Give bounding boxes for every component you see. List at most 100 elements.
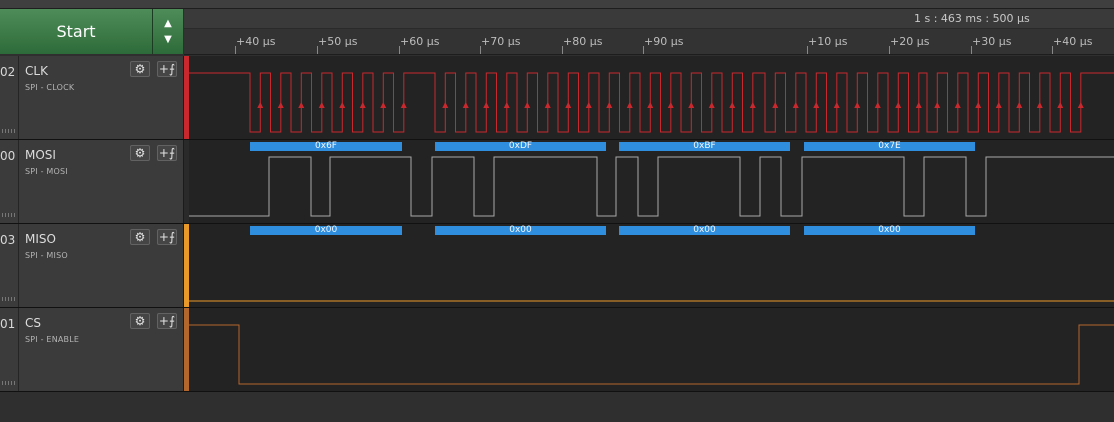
start-options-menu[interactable]: ▲ ▼ [153,9,183,54]
cs-signal [189,324,1114,385]
clk-rising-edge-marker [380,102,387,108]
channel-role: SPI - ENABLE [25,335,80,344]
channel-header[interactable]: 02 CLK SPI - CLOCK ⚙ +⨍ [0,56,184,139]
tick-label: +60 µs [400,35,440,48]
tick-label: +30 µs [972,35,1012,48]
clk-rising-edge-marker [339,102,346,108]
chevron-up-icon[interactable]: ▲ [164,18,172,29]
clk-rising-edge-marker [729,102,736,108]
drag-handle-icon[interactable] [2,297,16,301]
clk-rising-edge-marker [647,102,654,108]
channel-number: 00 [0,149,16,163]
tick-label: +10 µs [808,35,848,48]
tick-label: +80 µs [563,35,603,48]
clk-rising-edge-marker [833,102,840,108]
clk-rising-edge-marker [626,102,633,108]
tick-label: +40 µs [236,35,276,48]
clk-rising-edge-marker [1077,102,1084,108]
trigger-icon[interactable]: +⨍ [157,61,177,77]
clk-rising-edge-marker [749,102,756,108]
clk-rising-edge-marker [708,102,715,108]
top-bar [0,0,1114,9]
footer-area [0,392,1114,422]
tick-layer: +40 µs +50 µs +60 µs +70 µs +80 µs +90 µs +10 … [184,9,1114,54]
channel-role: SPI - MOSI [25,167,68,176]
channel-number: 01 [0,317,16,331]
tick-label: +70 µs [481,35,521,48]
clk-rising-edge-marker [462,102,469,108]
start-button[interactable]: Start [0,9,153,54]
clk-rising-edge-marker [277,102,284,108]
clk-trace [189,56,1114,139]
clk-rising-edge-marker [954,102,961,108]
clk-rising-edge-marker [1036,102,1043,108]
channel-name[interactable]: CS [25,316,41,330]
clk-rising-edge-marker [606,102,613,108]
mosi-trace: 0x6F 0xDF 0xBF 0x7E [189,140,1114,223]
drag-handle-icon[interactable] [2,213,16,217]
header-divider [18,308,19,391]
clk-rising-edge-marker [318,102,325,108]
mosi-waveform [189,156,1114,217]
channel-header[interactable]: 01 CS SPI - ENABLE ⚙ +⨍ [0,308,184,391]
channel-role: SPI - CLOCK [25,83,75,92]
tick-label: +40 µs [1053,35,1093,48]
clk-rising-edge-marker [688,102,695,108]
drag-handle-icon[interactable] [2,381,16,385]
tick-label: +20 µs [890,35,930,48]
channel-name[interactable]: MISO [25,232,56,246]
channel-miso: 03 MISO SPI - MISO ⚙ +⨍ 0x00 0x00 0x00 0… [0,224,1114,308]
clk-rising-edge-marker [772,102,779,108]
clk-rising-edge-marker [359,102,366,108]
clk-rising-edge-marker [1057,102,1064,108]
cs-trace [189,308,1114,391]
clk-rising-edge-marker [995,102,1002,108]
clk-rising-edge-marker [895,102,902,108]
clk-rising-edge-marker [565,102,572,108]
channel-number: 03 [0,233,16,247]
trigger-icon[interactable]: +⨍ [157,229,177,245]
clk-rising-edge-marker [524,102,531,108]
timeline-ruler[interactable]: 1 s : 463 ms : 500 µs +40 µs +50 µs +60 µs… [184,9,1114,55]
clk-rising-edge-marker [1016,102,1023,108]
miso-trace: 0x00 0x00 0x00 0x00 [189,224,1114,307]
clk-waveform [189,72,1114,133]
miso-waveform [189,300,1114,302]
channel-cs: 01 CS SPI - ENABLE ⚙ +⨍ [0,308,1114,392]
clk-rising-edge-marker [792,102,799,108]
header-divider [18,224,19,307]
tick-label: +50 µs [318,35,358,48]
clk-rising-edge-marker [503,102,510,108]
gear-icon[interactable]: ⚙ [130,61,150,77]
channel-name[interactable]: CLK [25,64,48,78]
clk-rising-edge-marker [585,102,592,108]
channel-header[interactable]: 00 MOSI SPI - MOSI ⚙ +⨍ [0,140,184,223]
channel-role: SPI - MISO [25,251,68,260]
trigger-icon[interactable]: +⨍ [157,145,177,161]
channel-header[interactable]: 03 MISO SPI - MISO ⚙ +⨍ [0,224,184,307]
clk-rising-edge-marker [813,102,820,108]
drag-handle-icon[interactable] [2,129,16,133]
header-divider [18,56,19,139]
channel-number: 02 [0,65,16,79]
channel-name[interactable]: MOSI [25,148,56,162]
start-label: Start [56,22,96,41]
tick-label: +90 µs [644,35,684,48]
gear-icon[interactable]: ⚙ [130,313,150,329]
chevron-down-icon[interactable]: ▼ [164,34,172,45]
clk-rising-edge-marker [298,102,305,108]
gear-icon[interactable]: ⚙ [130,145,150,161]
clk-rising-edge-marker [442,102,449,108]
clk-rising-edge-marker [934,102,941,108]
cs-waveform [189,324,1114,385]
clk-rising-edge-marker [483,102,490,108]
clk-rising-edge-marker [544,102,551,108]
clk-rising-edge-marker [854,102,861,108]
clk-rising-edge-marker [257,102,264,108]
mosi-signal [189,156,1114,217]
gear-icon[interactable]: ⚙ [130,229,150,245]
clk-signal [189,72,1114,133]
trigger-icon[interactable]: +⨍ [157,313,177,329]
clk-rising-edge-marker [667,102,674,108]
clk-rising-edge-marker [975,102,982,108]
